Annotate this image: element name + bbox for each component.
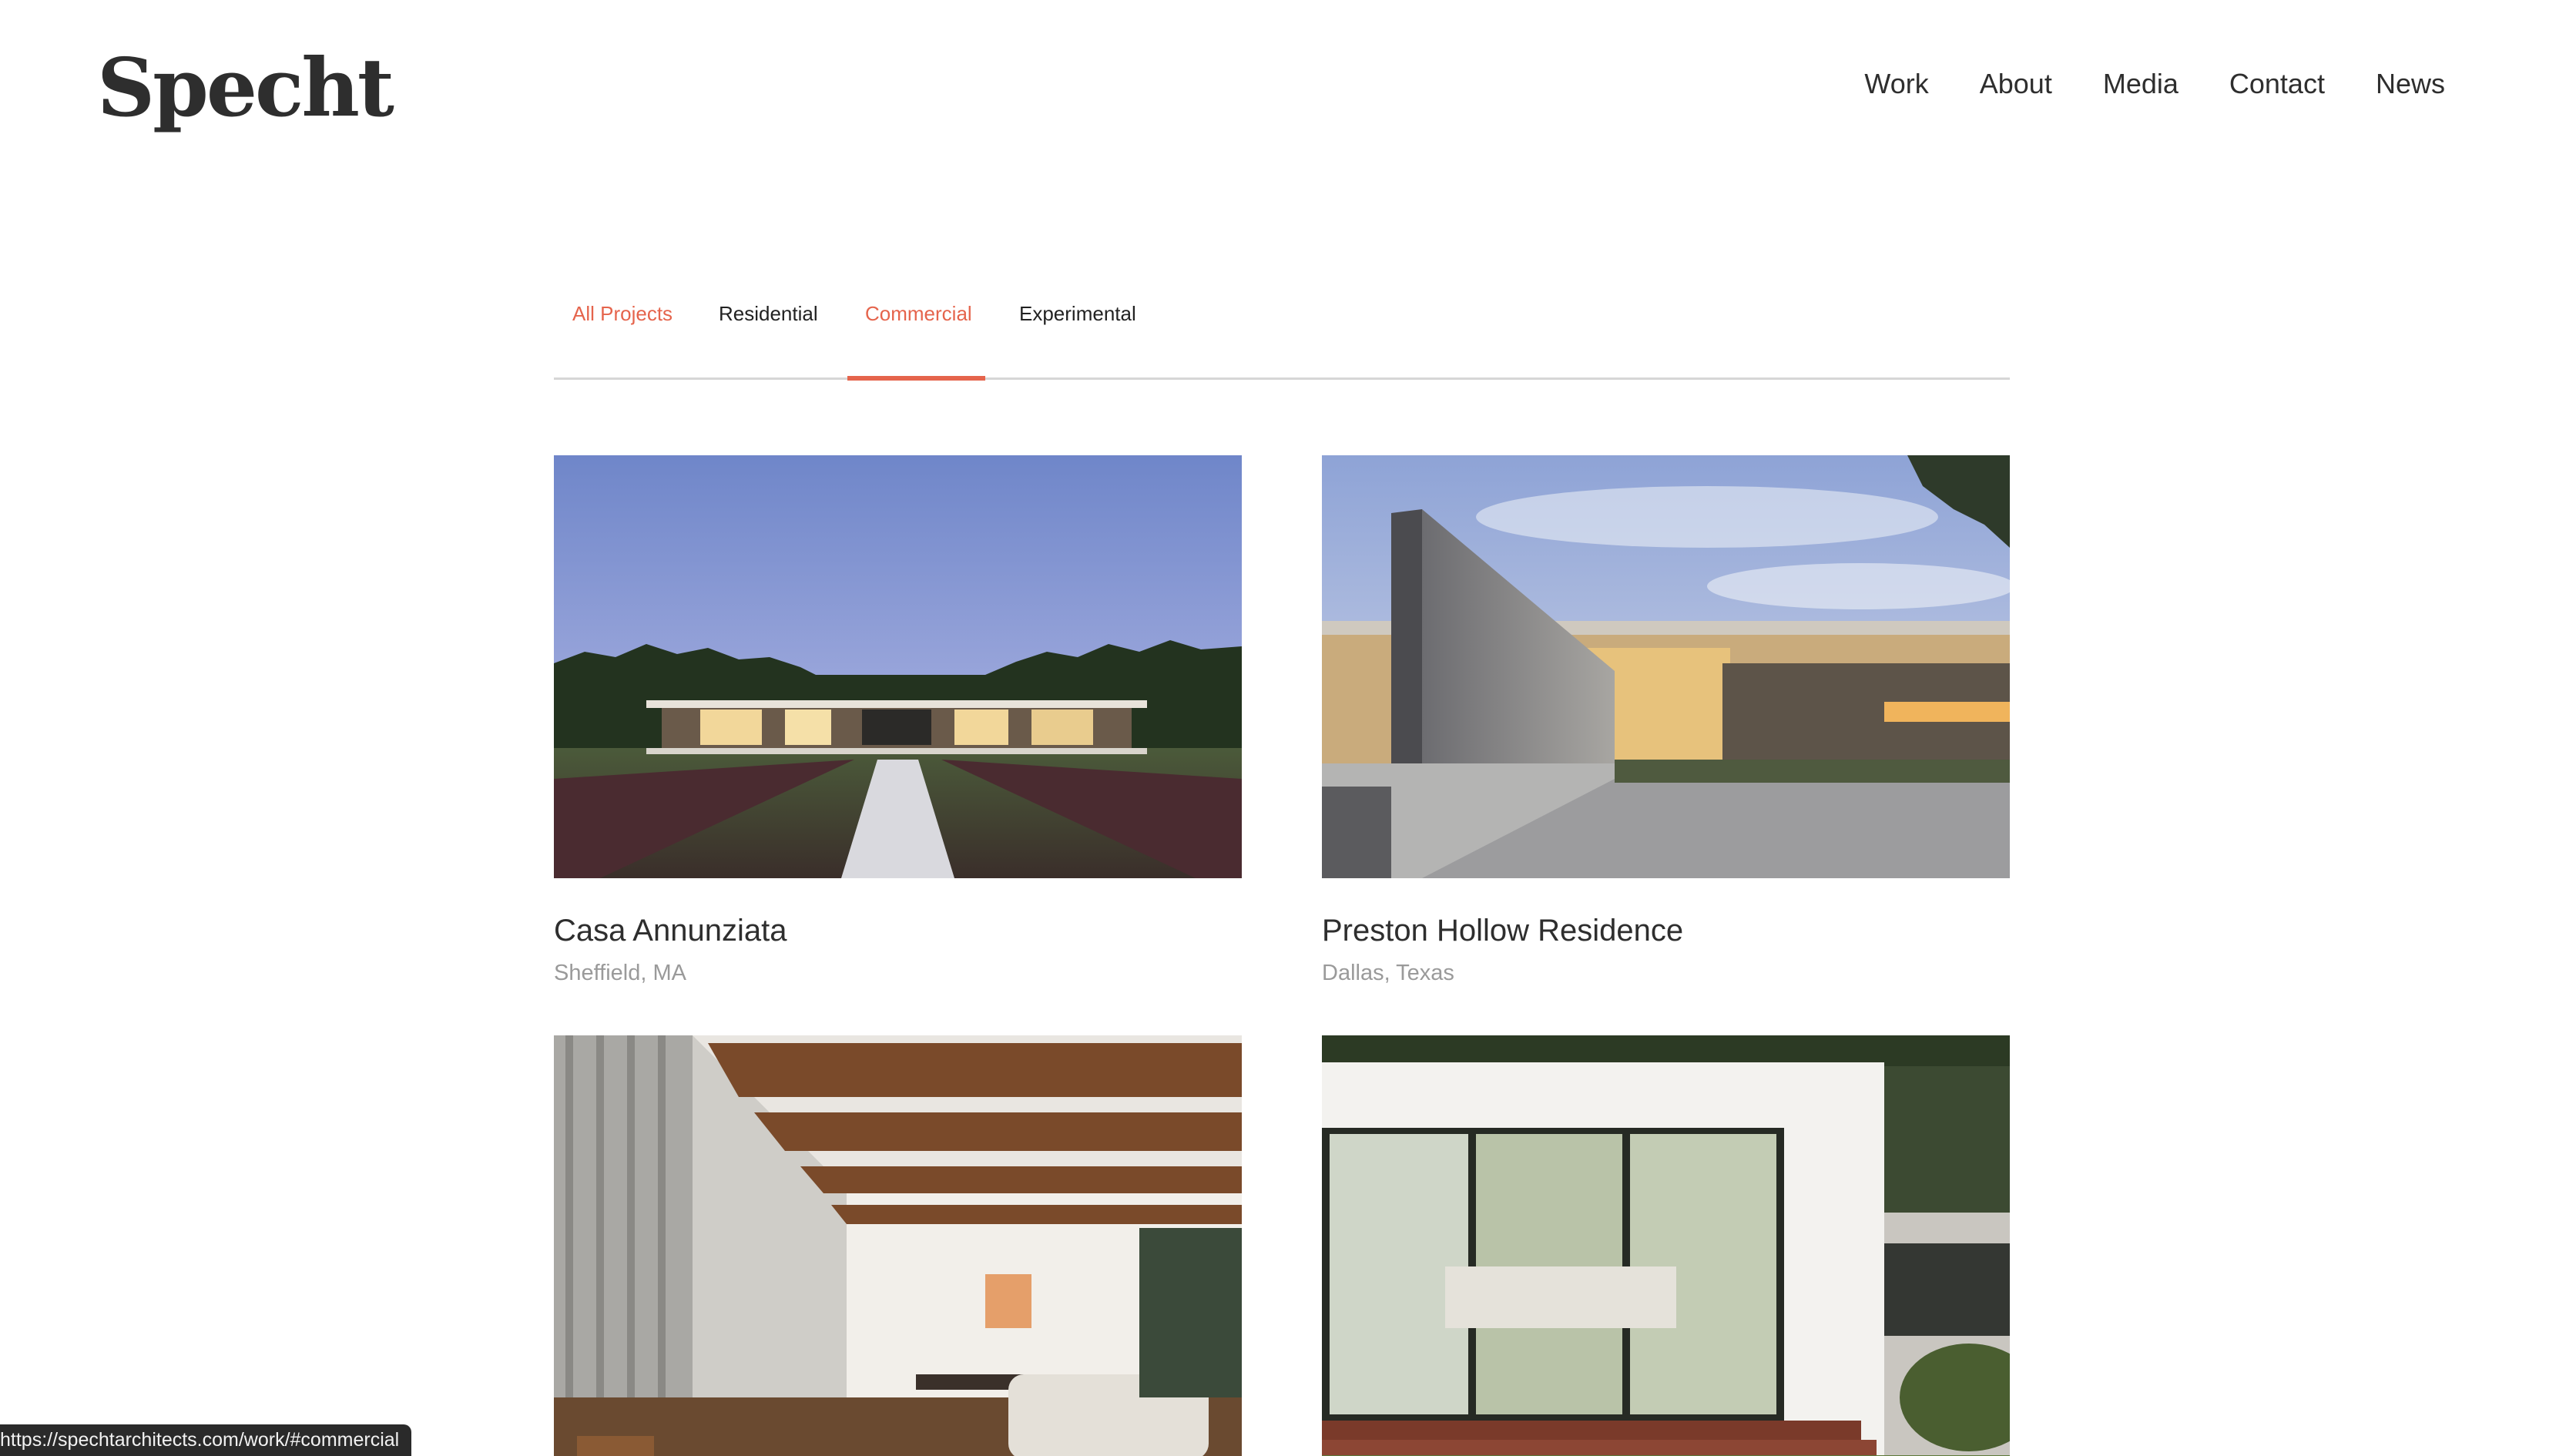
nav-media[interactable]: Media: [2103, 68, 2179, 100]
nav-work[interactable]: Work: [1864, 68, 1928, 100]
project-location: Dallas, Texas: [1322, 961, 1454, 985]
project-title[interactable]: Preston Hollow Residence: [1322, 914, 2010, 948]
project-photo-casa-annunziata[interactable]: [554, 455, 1242, 878]
project-photo-glass-pavilion[interactable]: [1322, 1035, 2010, 1456]
project-card[interactable]: Casa Annunziata Sheffield, MA: [554, 455, 1242, 986]
project-location: Sheffield, MA: [554, 961, 686, 985]
main-nav: Work About Media Contact News: [1864, 68, 2445, 100]
tab-residential[interactable]: Residential: [719, 302, 818, 377]
project-card[interactable]: [1322, 1035, 2010, 1456]
nav-about[interactable]: About: [1980, 68, 2052, 100]
nav-news[interactable]: News: [2376, 68, 2445, 100]
project-photo-interior-wood-beams[interactable]: [554, 1035, 1242, 1456]
project-card[interactable]: Preston Hollow Residence Dallas, Texas: [1322, 455, 2010, 986]
nav-contact[interactable]: Contact: [2229, 68, 2325, 100]
link-status-bar: https://spechtarchitects.com/work/#comme…: [0, 1424, 412, 1456]
project-photo-preston-hollow-residence[interactable]: [1322, 455, 2010, 878]
tab-experimental[interactable]: Experimental: [1019, 302, 1136, 377]
project-title[interactable]: Casa Annunziata: [554, 914, 1242, 948]
project-filter-tabs: All Projects Residential Commercial Expe…: [554, 294, 2010, 381]
site-logo[interactable]: Specht: [97, 48, 394, 128]
tab-all-projects[interactable]: All Projects: [572, 302, 673, 377]
project-card[interactable]: [554, 1035, 1242, 1456]
tab-commercial[interactable]: Commercial: [847, 302, 985, 381]
page: Specht Work About Media Contact News All…: [0, 0, 2576, 1456]
